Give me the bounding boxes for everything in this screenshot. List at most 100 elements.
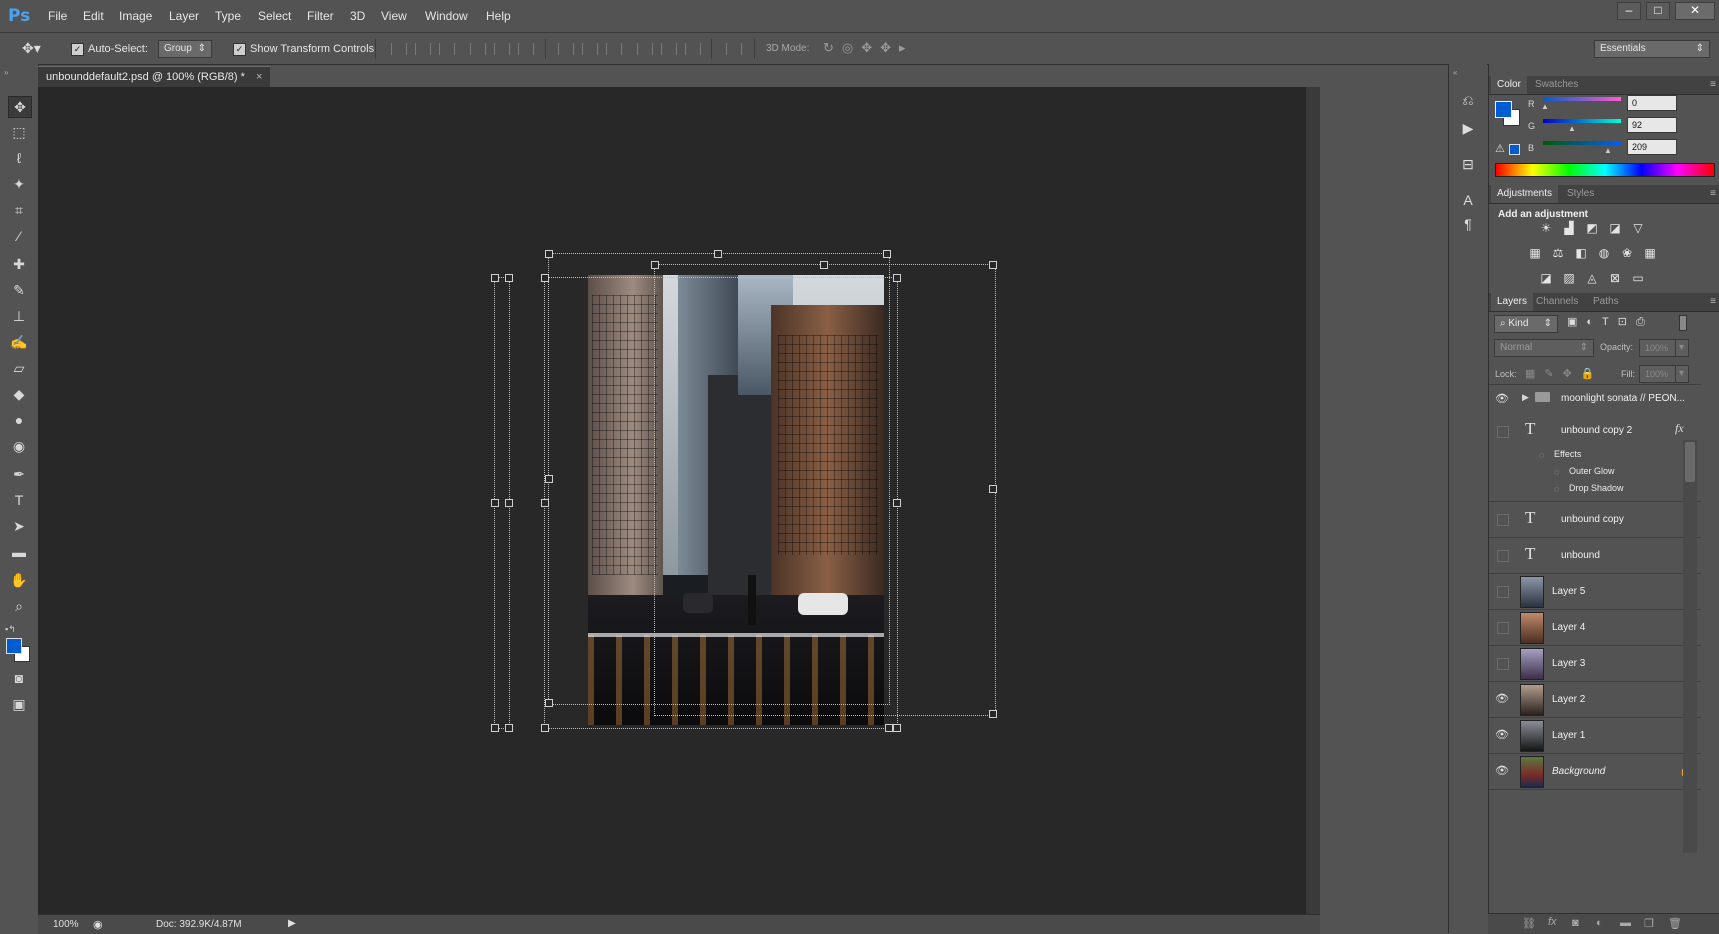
red-slider-thumb[interactable]: ▲ bbox=[1541, 102, 1549, 111]
add-style-icon[interactable]: fx bbox=[1548, 916, 1557, 928]
tab-adjustments[interactable]: Adjustments bbox=[1491, 185, 1559, 203]
transform-handle[interactable] bbox=[545, 250, 553, 258]
transform-handle[interactable] bbox=[893, 724, 901, 732]
invert-icon[interactable]: ◪ bbox=[1538, 271, 1554, 285]
visibility-toggle[interactable] bbox=[1497, 622, 1509, 634]
fx-icon[interactable]: fx bbox=[1675, 421, 1684, 436]
character-panel-icon[interactable]: A bbox=[1460, 192, 1476, 208]
visibility-toggle[interactable] bbox=[1497, 550, 1509, 562]
document-tab[interactable]: unbounddefault2.psd @ 100% (RGB/8) * × bbox=[38, 66, 271, 87]
add-mask-icon[interactable]: ◙ bbox=[1572, 917, 1579, 929]
menu-select[interactable]: Select bbox=[258, 9, 291, 23]
new-group-icon[interactable]: ▬ bbox=[1620, 917, 1631, 929]
black-white-icon[interactable]: ◧ bbox=[1573, 246, 1589, 260]
auto-select-mode-dropdown[interactable]: Group ⇕ bbox=[158, 40, 212, 58]
layers-scroll-thumb[interactable] bbox=[1685, 442, 1695, 482]
visibility-toggle[interactable] bbox=[1497, 426, 1509, 438]
layer-row-image[interactable]: Layer 5 bbox=[1489, 574, 1701, 610]
3d-mode-icons[interactable]: ↻◎✥✥▸ bbox=[823, 40, 914, 56]
move-tool-preset-icon[interactable]: ✥▾ bbox=[22, 40, 41, 57]
eye-icon[interactable]: 👁 bbox=[1495, 764, 1509, 778]
opacity-arrow-icon[interactable]: ▾ bbox=[1675, 339, 1689, 357]
transform-handle[interactable] bbox=[893, 274, 901, 282]
type-tool-icon[interactable]: T bbox=[8, 490, 30, 510]
menu-view[interactable]: View bbox=[381, 9, 407, 23]
curves-icon[interactable]: ◩ bbox=[1584, 221, 1600, 235]
transform-handle[interactable] bbox=[820, 261, 828, 269]
link-layers-icon[interactable]: ⛓ bbox=[1522, 917, 1536, 930]
distribute-bottom-icon[interactable] bbox=[606, 43, 622, 55]
transform-handle[interactable] bbox=[883, 250, 891, 258]
status-info-icon[interactable]: ◉ bbox=[93, 918, 103, 931]
expand-dock-icon[interactable]: « bbox=[1453, 68, 1457, 77]
selective-color-icon[interactable]: ⊠ bbox=[1607, 271, 1623, 285]
new-layer-icon[interactable]: ❐ bbox=[1644, 917, 1654, 930]
menu-layer[interactable]: Layer bbox=[169, 9, 199, 23]
menu-file[interactable]: File bbox=[48, 9, 67, 23]
tab-channels[interactable]: Channels bbox=[1530, 293, 1584, 311]
opacity-value[interactable]: 100% bbox=[1639, 339, 1677, 357]
eye-icon[interactable]: 👁 bbox=[1495, 692, 1509, 706]
menu-image[interactable]: Image bbox=[119, 9, 152, 23]
layer-row-text[interactable]: T unbound bbox=[1489, 538, 1701, 574]
balance-icon[interactable]: ⚖ bbox=[1550, 246, 1566, 260]
layer-row-image[interactable]: Layer 4 bbox=[1489, 610, 1701, 646]
transform-handle[interactable] bbox=[651, 261, 659, 269]
exposure-icon[interactable]: ◪ bbox=[1607, 221, 1623, 235]
layer-filter-type-icons[interactable]: ▣◐T⊡⎙ bbox=[1567, 315, 1654, 329]
expand-group-icon[interactable]: ▶ bbox=[1522, 392, 1529, 403]
layer-row-group[interactable]: 👁 ▶ moonlight sonata // PEON... bbox=[1489, 384, 1701, 414]
workspace-dropdown[interactable]: Essentials ⇕ bbox=[1594, 40, 1710, 58]
move-tool-icon[interactable]: ✥ bbox=[8, 96, 32, 118]
blur-tool-icon[interactable]: ● bbox=[8, 410, 30, 430]
transform-handle[interactable] bbox=[989, 710, 997, 718]
tab-layers[interactable]: Layers bbox=[1491, 293, 1534, 311]
distribute-left-icon[interactable] bbox=[637, 43, 653, 55]
distribute-hcenter-icon[interactable] bbox=[661, 43, 677, 55]
gradient-triangle-icon[interactable]: ▽ bbox=[1630, 221, 1646, 235]
align-left-icon[interactable] bbox=[470, 43, 486, 55]
delete-layer-icon[interactable]: 🗑 bbox=[1668, 917, 1682, 930]
zoom-tool-icon[interactable]: ⌕ bbox=[8, 596, 30, 616]
transform-handle[interactable] bbox=[893, 499, 901, 507]
clone-stamp-tool-icon[interactable]: ⊥ bbox=[8, 306, 30, 326]
eye-icon[interactable]: 👁 bbox=[1495, 392, 1509, 406]
status-menu-arrow-icon[interactable]: ▶ bbox=[288, 918, 296, 929]
eye-icon[interactable]: ◌ bbox=[1539, 450, 1544, 460]
transform-handle[interactable] bbox=[989, 261, 997, 269]
menu-window[interactable]: Window bbox=[425, 9, 468, 23]
lasso-tool-icon[interactable]: ℓ bbox=[8, 148, 30, 168]
new-adjustment-layer-icon[interactable]: ◐ bbox=[1596, 917, 1603, 929]
channel-mixer-icon[interactable]: ❀ bbox=[1619, 246, 1635, 260]
panel-menu-icon[interactable]: ≡ bbox=[1710, 296, 1716, 307]
vibrance-icon[interactable]: ▦ bbox=[1527, 246, 1543, 260]
brightness-icon[interactable]: ☀ bbox=[1538, 221, 1554, 235]
transform-handle[interactable] bbox=[989, 485, 997, 493]
gradient-map-icon[interactable]: ▭ bbox=[1630, 271, 1646, 285]
eye-icon[interactable]: ◌ bbox=[1554, 484, 1559, 494]
history-panel-icon[interactable]: ⎌ bbox=[1460, 92, 1476, 108]
canvas-vertical-scrollbar[interactable] bbox=[1306, 87, 1320, 914]
paint-bucket-tool-icon[interactable]: ◆ bbox=[8, 384, 30, 404]
posterize-icon[interactable]: ▨ bbox=[1561, 271, 1577, 285]
layer-row-image[interactable]: Layer 3 bbox=[1489, 646, 1701, 682]
close-tab-icon[interactable]: × bbox=[256, 71, 262, 83]
layer-row-image[interactable]: 👁 Layer 2 bbox=[1489, 682, 1701, 718]
panel-menu-icon[interactable]: ≡ bbox=[1710, 79, 1716, 90]
magic-wand-tool-icon[interactable]: ✦ bbox=[8, 174, 30, 194]
photo-filter-icon[interactable]: ◍ bbox=[1596, 246, 1612, 260]
actions-panel-icon[interactable]: ▶ bbox=[1460, 120, 1476, 136]
align-bottom-icon[interactable] bbox=[439, 43, 455, 55]
default-colors-icon[interactable]: ▪↰ bbox=[5, 624, 16, 635]
transform-handle[interactable] bbox=[491, 274, 499, 282]
screen-mode-icon[interactable]: ▣ bbox=[8, 694, 30, 714]
transform-handle[interactable] bbox=[491, 724, 499, 732]
align-vcenter-icon[interactable] bbox=[415, 43, 431, 55]
properties-panel-icon[interactable]: ⊟ bbox=[1460, 156, 1476, 172]
transform-handle[interactable] bbox=[505, 499, 513, 507]
menu-filter[interactable]: Filter bbox=[307, 9, 334, 23]
eraser-tool-icon[interactable]: ▱ bbox=[8, 358, 30, 378]
green-slider-thumb[interactable]: ▲ bbox=[1568, 124, 1576, 133]
transform-handle[interactable] bbox=[545, 475, 553, 483]
color-lookup-icon[interactable]: ▦ bbox=[1642, 246, 1658, 260]
